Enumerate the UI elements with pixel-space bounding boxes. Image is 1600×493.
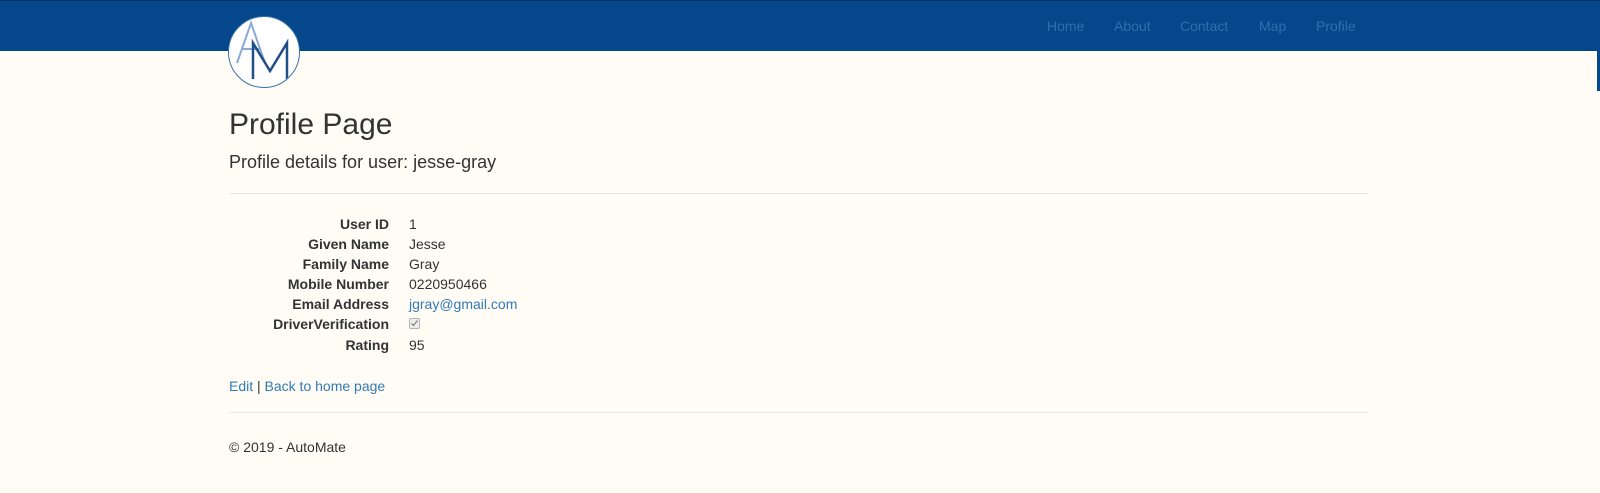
profile-row-rating: Rating 95 [229,335,829,355]
field-value: Jesse [409,236,446,252]
profile-row-given-name: Given Name Jesse [229,234,829,254]
back-to-home-link[interactable]: Back to home page [265,378,386,394]
checkmark-icon [411,320,419,327]
field-value: Gray [409,256,440,272]
header-divider [229,193,1368,194]
nav-home-link[interactable]: Home [1047,17,1084,35]
field-label: Email Address [292,296,389,312]
profile-row-family-name: Family Name Gray [229,254,829,274]
nav-map-link[interactable]: Map [1259,17,1286,35]
nav-about-link[interactable]: About [1114,17,1151,35]
main-nav: Home About Contact Map Profile [0,0,1600,51]
page-title: Profile Page [229,108,393,141]
page-subtitle: Profile details for user: jesse-gray [229,152,497,172]
profile-row-user-id: User ID 1 [229,214,829,234]
driver-verification-checkbox [409,318,420,329]
field-label: DriverVerification [273,316,389,332]
field-value: 95 [409,337,425,353]
field-label: User ID [339,216,389,232]
email-link[interactable]: jgray@gmail.com [409,296,517,312]
field-value: 1 [409,216,417,232]
nav-profile-link[interactable]: Profile [1316,17,1356,35]
footer-copyright: © 2019 - AutoMate [229,439,346,455]
footer-divider [229,412,1368,413]
field-label: Mobile Number [287,276,389,292]
profile-row-email-address: Email Address jgray@gmail.com [229,294,829,314]
field-label: Family Name [302,256,389,272]
action-separator: | [257,378,261,394]
edit-link[interactable]: Edit [229,378,253,394]
profile-row-driver-verification: DriverVerification [229,314,829,334]
field-value: 0220950466 [409,276,487,292]
profile-actions: Edit | Back to home page [229,377,385,395]
email-value: jgray@gmail.com [409,294,517,314]
profile-row-mobile-number: Mobile Number 0220950466 [229,274,829,294]
nav-contact-link[interactable]: Contact [1180,17,1228,35]
field-label: Given Name [308,236,389,252]
field-label: Rating [345,337,389,353]
